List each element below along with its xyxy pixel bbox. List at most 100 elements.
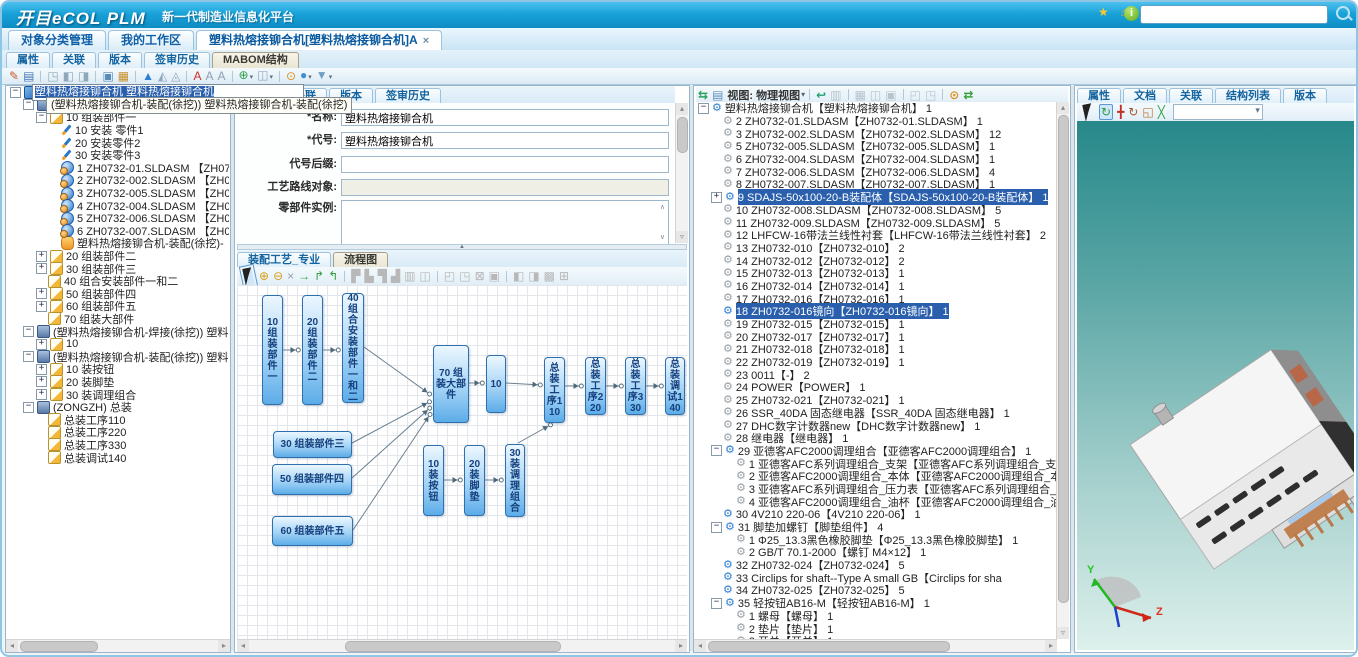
same-size-icon[interactable]: ⊠ bbox=[475, 269, 485, 283]
favorite-icon[interactable]: ★ bbox=[1098, 5, 1109, 19]
sub-tab-1[interactable]: 关联 bbox=[52, 52, 96, 69]
instance-field[interactable] bbox=[341, 200, 669, 246]
tree-row[interactable]: −(塑料热熔接铆合机-装配(徐挖)) 塑料 bbox=[7, 350, 229, 363]
flow-node-11[interactable]: 60 组装部件五 bbox=[272, 516, 353, 546]
collapse-icon[interactable]: − bbox=[10, 87, 21, 98]
scroll-right-icon[interactable]: ▸ bbox=[218, 640, 230, 652]
align-left-icon[interactable]: ▜ bbox=[378, 269, 387, 283]
zoom-in-icon[interactable]: ⊕ bbox=[259, 269, 269, 283]
link-up-icon[interactable]: ↱ bbox=[314, 269, 324, 283]
sync-icon[interactable]: ⇄ bbox=[963, 88, 973, 102]
annotate-gray-icon[interactable]: A bbox=[206, 69, 214, 83]
canvas-hscrollbar[interactable]: ◂ ▸ bbox=[237, 639, 687, 652]
textarea-scroll-down-icon[interactable]: ∨ bbox=[660, 233, 665, 241]
refresh-view-icon[interactable]: ⇆ bbox=[698, 88, 708, 102]
layout1-icon[interactable]: ◰ bbox=[910, 88, 921, 102]
cad-sync-icon[interactable]: ◬ bbox=[171, 69, 180, 83]
expand-all-icon[interactable]: ⊞ bbox=[559, 269, 569, 283]
distribute-h-icon[interactable]: ◰ bbox=[444, 269, 455, 283]
tree-row[interactable]: 总装调试140 bbox=[7, 451, 229, 464]
flow-node-9[interactable]: 30 组装部件三 bbox=[273, 431, 352, 458]
collapse-icon[interactable]: − bbox=[23, 402, 34, 413]
tree-row[interactable]: −(塑料热熔接铆合机-焊接(徐挖)) 塑料 bbox=[7, 325, 229, 338]
scroll-thumb[interactable] bbox=[677, 117, 688, 153]
collapse-icon[interactable]: − bbox=[698, 103, 709, 114]
collapse-icon[interactable]: − bbox=[23, 99, 34, 110]
flow-node-4[interactable]: 10 bbox=[486, 355, 506, 413]
find-icon[interactable]: ⊙ bbox=[949, 88, 959, 102]
zoom-window-icon[interactable]: ◱ bbox=[1142, 105, 1153, 119]
distribute-v-icon[interactable]: ◳ bbox=[459, 269, 470, 283]
bom-paste-icon[interactable]: ◨ bbox=[78, 69, 89, 83]
form-vscrollbar[interactable]: ▴ ▿ bbox=[675, 103, 688, 243]
main-tab-2[interactable]: 塑料热熔接铆合机[塑料热熔接铆合机]A× bbox=[196, 30, 442, 51]
sphere-icon[interactable]: ●▾ bbox=[300, 68, 312, 85]
sub-tab-2[interactable]: 版本 bbox=[98, 52, 142, 69]
globe-icon[interactable]: ⊕▾ bbox=[239, 68, 254, 85]
cad-update-icon[interactable]: ◭ bbox=[158, 69, 167, 83]
fit-icon[interactable]: ╳ bbox=[1158, 105, 1165, 119]
main-tab-0[interactable]: 对象分类管理 bbox=[8, 30, 106, 50]
sub-tab-4[interactable]: MABOM结构 bbox=[212, 52, 299, 69]
fit-node-icon[interactable]: ▣ bbox=[489, 269, 500, 283]
config-dropdown[interactable] bbox=[1173, 104, 1263, 120]
collapse-icon[interactable]: − bbox=[23, 351, 34, 362]
flow-node-12[interactable]: 10 装按钮 bbox=[423, 445, 444, 516]
spin-icon[interactable]: ↻ bbox=[1128, 105, 1138, 119]
flow-node-5[interactable]: 总装工序110 bbox=[544, 357, 565, 423]
back-icon[interactable]: ↩ bbox=[816, 88, 826, 102]
scroll-down-icon[interactable]: ▿ bbox=[1057, 627, 1069, 639]
expand-icon[interactable]: + bbox=[36, 376, 47, 387]
expand-icon[interactable]: + bbox=[36, 389, 47, 400]
tab-close-icon[interactable]: × bbox=[423, 35, 429, 47]
flow-node-0[interactable]: 10 组装部件一 bbox=[262, 295, 283, 405]
expand-icon[interactable]: + bbox=[36, 364, 47, 375]
link-icon[interactable]: → bbox=[298, 269, 310, 283]
flow-node-8[interactable]: 总装调试140 bbox=[665, 357, 685, 415]
annotate-icon[interactable]: A bbox=[193, 69, 201, 83]
align-top-icon[interactable]: ▛ bbox=[351, 269, 360, 283]
scroll-up-icon[interactable]: ▴ bbox=[676, 103, 688, 115]
expand-icon[interactable]: + bbox=[36, 301, 47, 312]
flow-node-10[interactable]: 50 组装部件四 bbox=[272, 464, 352, 495]
flowchart-canvas[interactable]: 10 组装部件一20 组装部件二40 组合安装部件一和二70 组装大部件10总装… bbox=[237, 285, 687, 639]
bom-copy-icon[interactable]: ◧ bbox=[63, 69, 74, 83]
expand-icon[interactable]: ▥ bbox=[830, 88, 841, 102]
collapse-icon[interactable]: − bbox=[23, 326, 34, 337]
flow-node-13[interactable]: 20 装脚垫 bbox=[464, 445, 485, 516]
layout2-icon[interactable]: ◳ bbox=[925, 88, 936, 102]
collapse-icon[interactable]: − bbox=[711, 522, 722, 533]
info-icon[interactable]: i bbox=[1124, 6, 1139, 21]
table-icon[interactable]: ▦ bbox=[855, 88, 866, 102]
flow-node-1[interactable]: 20 组装部件二 bbox=[302, 295, 323, 405]
sub-tab-0[interactable]: 属性 bbox=[6, 52, 50, 69]
select-tool[interactable] bbox=[1082, 103, 1094, 121]
cad-icon[interactable]: ▲ bbox=[142, 69, 154, 83]
scroll-thumb[interactable] bbox=[1058, 115, 1069, 603]
zoom-out-icon[interactable]: ⊖ bbox=[273, 269, 283, 283]
grid-icon[interactable]: ▩ bbox=[544, 269, 555, 283]
align-center-icon[interactable]: ▥ bbox=[404, 269, 415, 283]
collapse-icon[interactable]: − bbox=[711, 598, 722, 609]
flow-node-6[interactable]: 总装工序220 bbox=[585, 357, 606, 415]
annotate-gray2-icon[interactable]: A bbox=[218, 69, 226, 83]
collapse-icon[interactable]: − bbox=[711, 445, 722, 456]
dropdown-arrow-icon[interactable]: ▾ bbox=[329, 74, 333, 81]
main-tab-1[interactable]: 我的工作区 bbox=[108, 30, 194, 50]
same-width-icon[interactable]: ◧ bbox=[513, 269, 524, 283]
textarea-scroll-up-icon[interactable]: ∧ bbox=[660, 203, 665, 211]
scroll-left-icon[interactable]: ◂ bbox=[6, 640, 18, 652]
same-height-icon[interactable]: ◨ bbox=[528, 269, 539, 283]
view-mode-icon[interactable]: ◫▾ bbox=[257, 68, 273, 85]
scroll-right-icon[interactable]: ▸ bbox=[1045, 640, 1057, 652]
bom-compare-icon[interactable]: ◳ bbox=[47, 69, 58, 83]
structure-vscrollbar[interactable]: ▴ ▿ bbox=[1056, 102, 1069, 639]
doc-view-icon[interactable]: ▤ bbox=[712, 88, 723, 102]
pan-icon[interactable]: ╋ bbox=[1117, 105, 1124, 119]
scroll-left-icon[interactable]: ◂ bbox=[694, 640, 706, 652]
chevron-down-icon[interactable]: ▾ bbox=[801, 90, 805, 99]
align-right-icon[interactable]: ▟ bbox=[391, 269, 400, 283]
more-icon[interactable]: ▼▾ bbox=[316, 68, 332, 85]
flow-node-14[interactable]: 30 装调理组合 bbox=[505, 444, 525, 517]
expand-icon[interactable]: + bbox=[36, 263, 47, 274]
